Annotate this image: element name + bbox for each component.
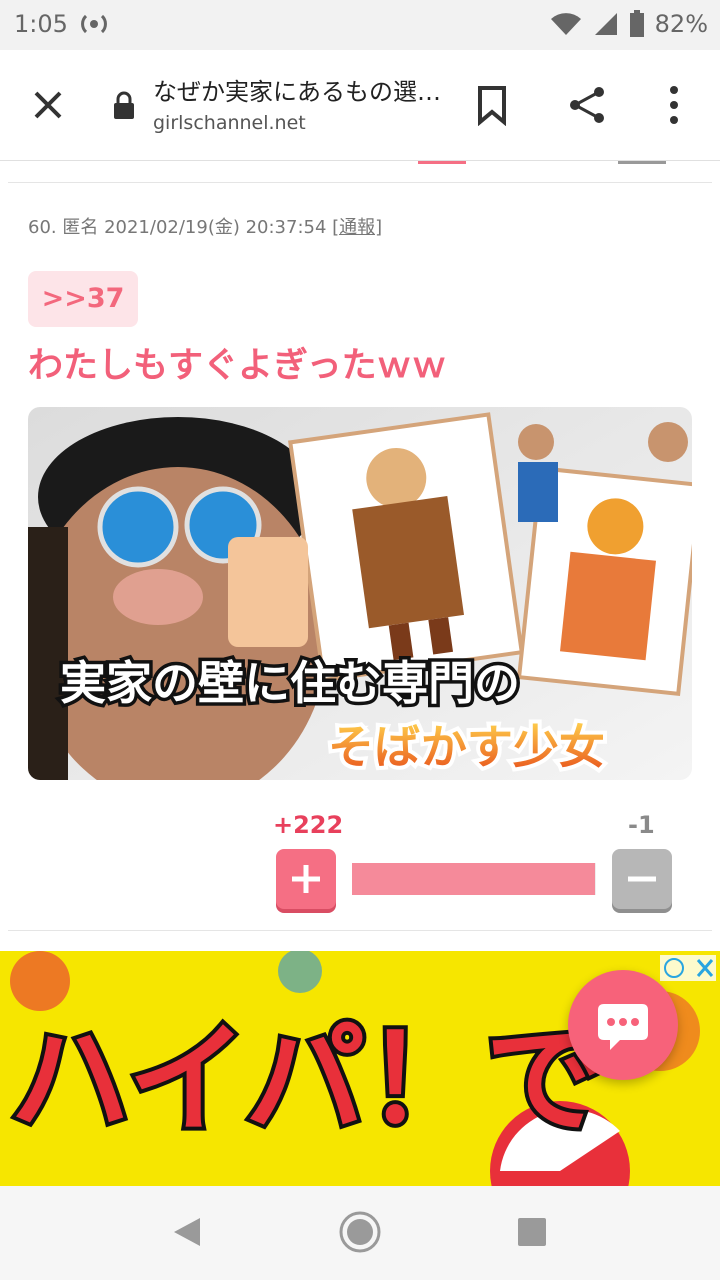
lock-icon — [114, 91, 134, 119]
status-bar: 1:05 82% — [0, 0, 720, 50]
divider — [8, 182, 712, 183]
image-caption-line1: 実家の壁に住む専門の — [60, 656, 520, 710]
plus-icon — [292, 865, 320, 893]
minus-icon — [628, 876, 656, 882]
chat-icon — [598, 1004, 648, 1050]
vote-ratio-bar — [352, 863, 596, 895]
page-title[interactable]: なぜか実家にあるもの選… — [153, 72, 443, 107]
comment-text: わたしもすぐよぎったｗｗ — [28, 346, 447, 386]
system-nav-bar — [0, 1186, 720, 1280]
status-time: 1:05 — [14, 10, 68, 38]
ad-headline: ハイパ！で — [10, 1011, 605, 1150]
back-icon[interactable] — [170, 1214, 206, 1250]
previous-post-edge — [418, 161, 666, 164]
post-meta-text: 60. 匿名 2021/02/19(金) 20:37:54 — [28, 217, 333, 238]
report-link[interactable]: [通報] — [332, 217, 382, 238]
recent-icon[interactable] — [516, 1216, 548, 1248]
divider — [8, 930, 712, 931]
chat-button[interactable] — [568, 970, 678, 1080]
vote-plus-button[interactable] — [276, 849, 336, 909]
page-url[interactable]: girlschannel.net — [153, 112, 306, 134]
battery-percent: 82% — [654, 10, 708, 38]
vote-minus-count: -1 — [628, 811, 655, 839]
more-icon[interactable] — [662, 84, 686, 126]
share-icon[interactable] — [566, 84, 608, 126]
vote-plus-count: +222 — [273, 811, 344, 839]
vote-minus-button[interactable] — [612, 849, 672, 909]
home-icon[interactable] — [338, 1210, 382, 1254]
close-icon[interactable] — [28, 85, 68, 125]
post-meta: 60. 匿名 2021/02/19(金) 20:37:54 [通報] — [28, 213, 382, 239]
bookmark-icon[interactable] — [474, 84, 510, 126]
image-caption-line2: そばかす少女 — [328, 720, 605, 774]
signal-icon — [594, 13, 617, 35]
hotspot-icon — [80, 10, 108, 44]
status-icons: 82% — [549, 10, 708, 38]
battery-icon — [629, 10, 644, 37]
browser-toolbar: なぜか実家にあるもの選… girlschannel.net — [0, 50, 720, 161]
post-image-art: 実家の壁に住む専門の そばかす少女 — [28, 407, 692, 780]
post-image[interactable]: 実家の壁に住む専門の そばかす少女 — [28, 407, 692, 780]
wifi-icon — [550, 13, 581, 35]
vote-ratio-fill — [352, 863, 596, 895]
reply-anchor[interactable]: >>37 — [28, 271, 138, 327]
